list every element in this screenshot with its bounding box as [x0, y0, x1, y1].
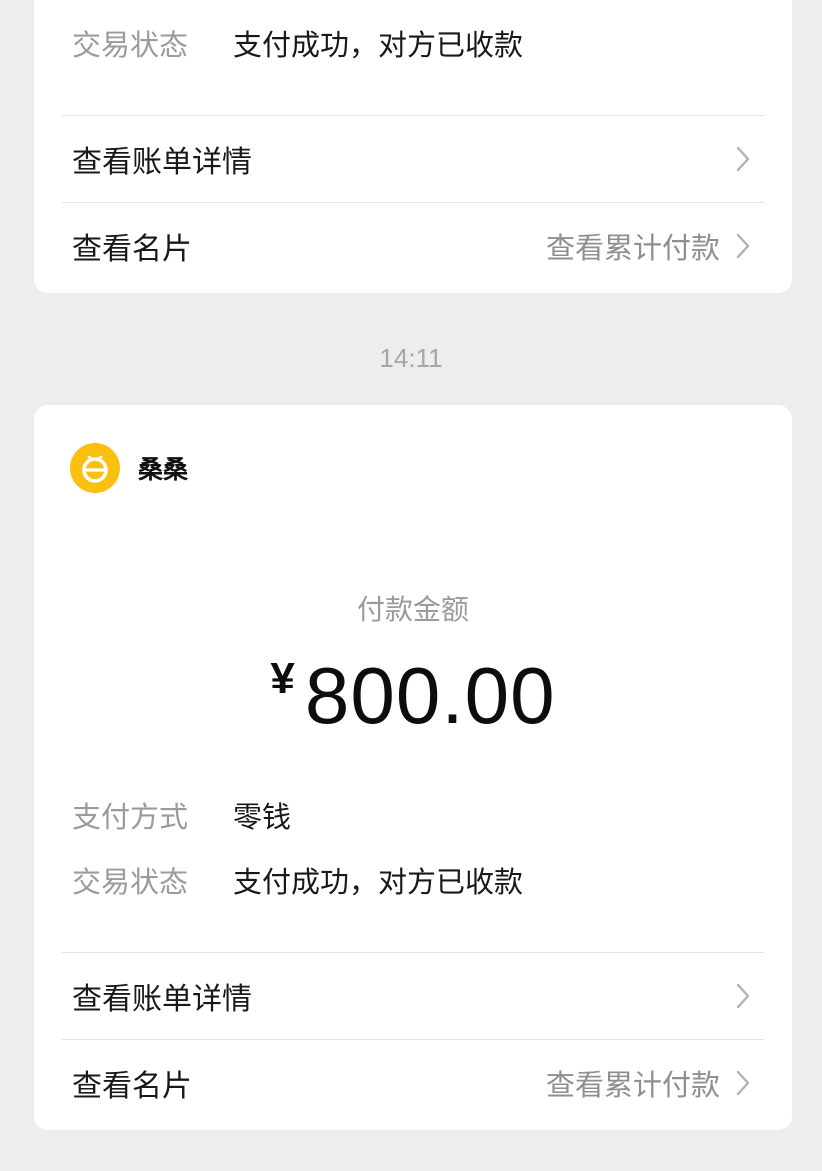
transaction-status-value: 支付成功，对方已收款: [233, 28, 524, 62]
view-bill-detail-button[interactable]: 查看账单详情: [62, 116, 764, 202]
amount-value: 800.00: [304, 651, 556, 740]
merchant-logo-icon: [70, 443, 120, 493]
view-bill-detail-button[interactable]: 查看账单详情: [62, 953, 764, 1039]
merchant-name: 桑桑: [138, 455, 189, 484]
view-bill-detail-label: 查看账单详情: [72, 982, 252, 1017]
transaction-status-row: 交易状态 支付成功，对方已收款: [72, 23, 523, 63]
chevron-right-icon: [732, 981, 754, 1011]
message-timestamp: 14:11: [379, 343, 443, 373]
payment-method-row: 支付方式 零钱: [72, 795, 291, 835]
view-business-card-button[interactable]: 查看名片 查看累计付款: [62, 203, 764, 289]
view-bill-detail-label: 查看账单详情: [72, 145, 252, 180]
transaction-status-label: 交易状态: [72, 28, 189, 62]
payment-card-previous: 交易状态 支付成功，对方已收款 查看账单详情 查看名片 查看累计付款: [34, 0, 792, 293]
payment-method-value: 零钱: [233, 800, 292, 834]
view-business-card-button[interactable]: 查看名片 查看累计付款: [62, 1040, 764, 1126]
transaction-status-row: 交易状态 支付成功，对方已收款: [72, 860, 523, 900]
transaction-status-value: 支付成功，对方已收款: [233, 865, 524, 899]
chevron-right-icon: [732, 144, 754, 174]
view-cumulative-payment-link[interactable]: 查看累计付款: [546, 1062, 720, 1104]
currency-symbol: ¥: [270, 654, 295, 703]
view-cumulative-payment-link[interactable]: 查看累计付款: [546, 225, 720, 267]
view-business-card-label: 查看名片: [72, 232, 192, 267]
view-business-card-label: 查看名片: [72, 1069, 192, 1104]
payment-amount: ¥800.00: [34, 650, 792, 742]
chevron-right-icon: [732, 231, 754, 261]
payment-method-label: 支付方式: [72, 800, 189, 834]
transaction-status-label: 交易状态: [72, 865, 189, 899]
payment-amount-label: 付款金额: [356, 593, 469, 626]
wechat-payment-notifications: 交易状态 支付成功，对方已收款 查看账单详情 查看名片 查看累计付款 14:11: [0, 0, 822, 1171]
merchant-header[interactable]: 桑桑: [70, 443, 188, 493]
chevron-right-icon: [732, 1068, 754, 1098]
payment-card: 桑桑 付款金额 ¥800.00 支付方式 零钱 交易状态 支付成功，对方已收款 …: [34, 405, 792, 1130]
